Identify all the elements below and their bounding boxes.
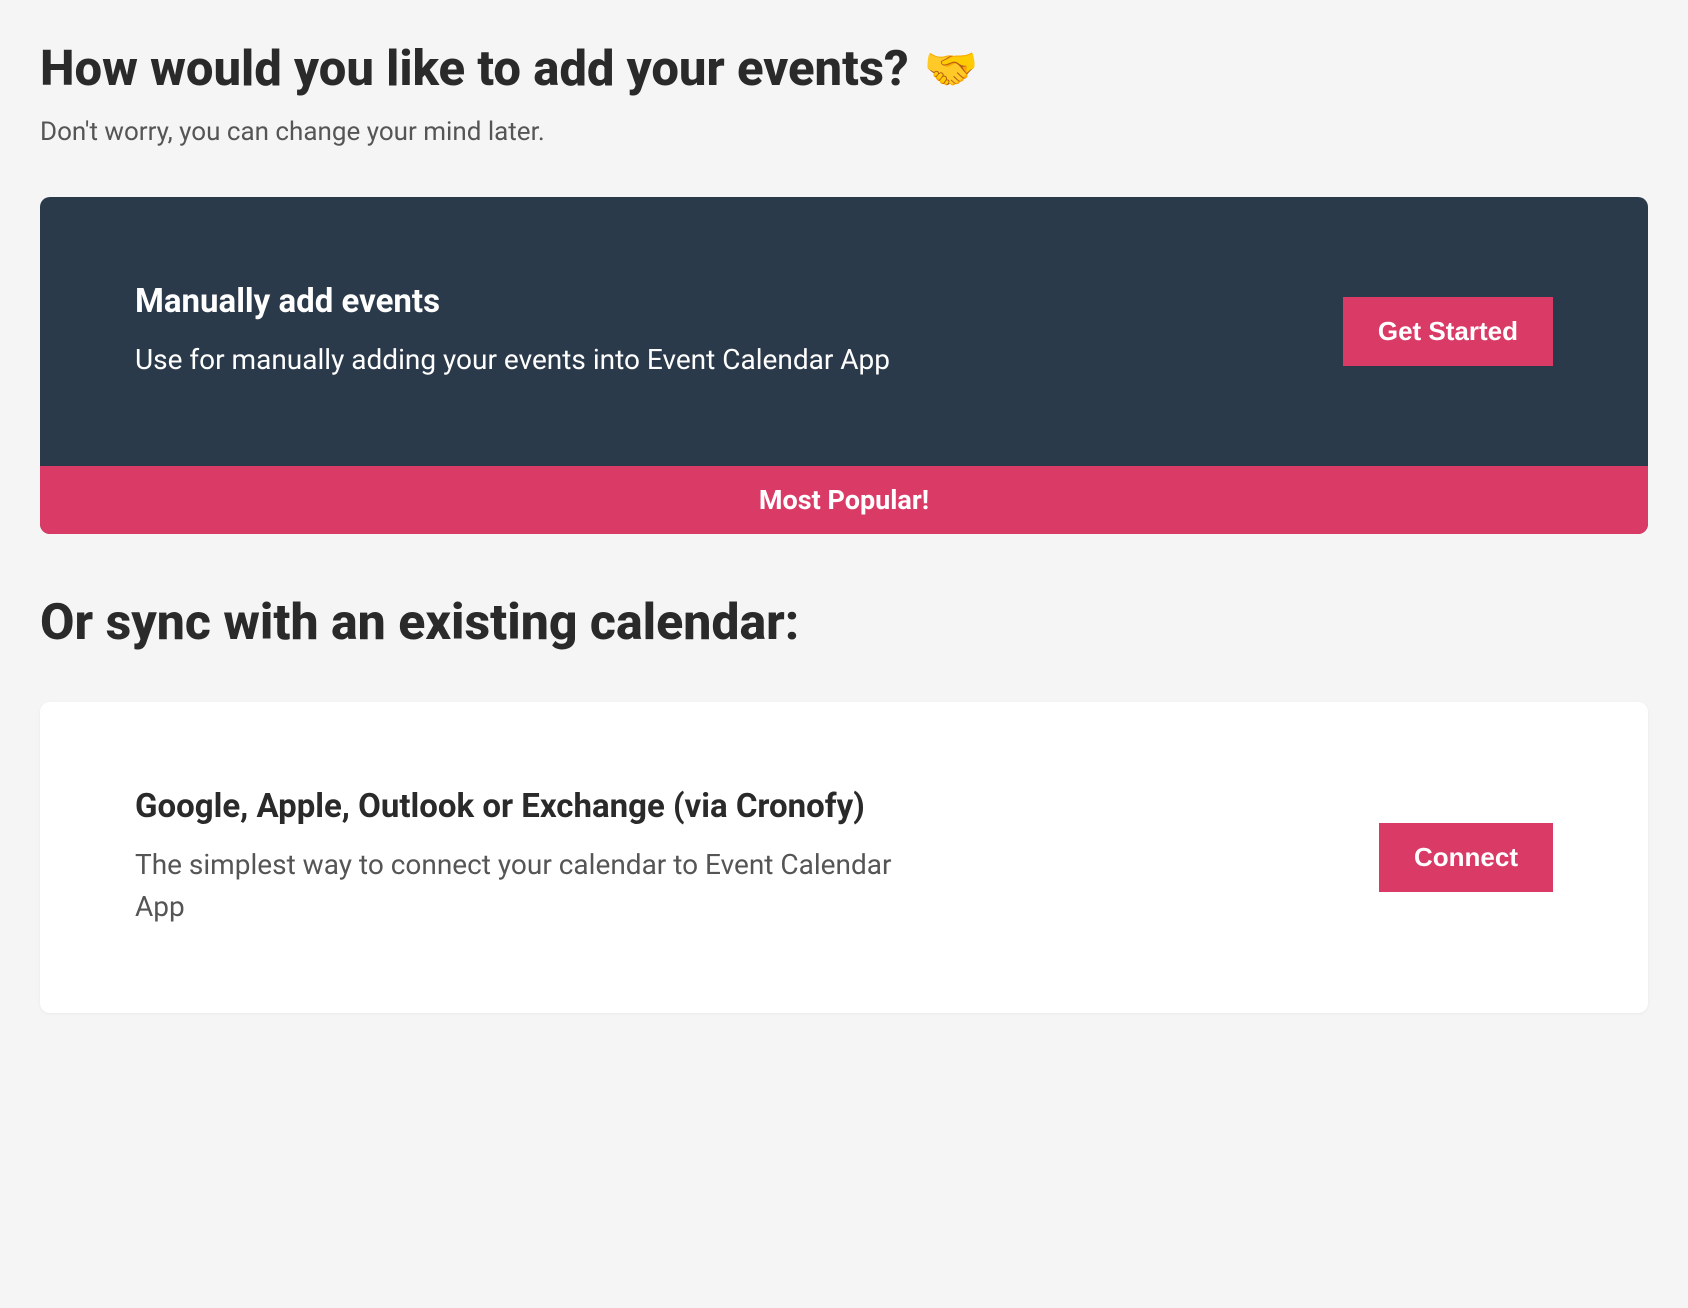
sync-card: Google, Apple, Outlook or Exchange (via …: [40, 702, 1648, 1013]
get-started-button[interactable]: Get Started: [1343, 297, 1553, 366]
sync-card-title: Google, Apple, Outlook or Exchange (via …: [135, 787, 945, 826]
page-title-text: How would you like to add your events?: [40, 40, 909, 97]
manual-card-body: Manually add events Use for manually add…: [40, 197, 1648, 466]
sync-card-text: Google, Apple, Outlook or Exchange (via …: [135, 787, 985, 928]
page-subtitle: Don't worry, you can change your mind la…: [40, 117, 1648, 147]
connect-button[interactable]: Connect: [1379, 823, 1553, 892]
most-popular-badge: Most Popular!: [40, 466, 1648, 534]
manual-card-text: Manually add events Use for manually add…: [135, 282, 1343, 381]
handshake-icon: 🤝: [924, 43, 979, 95]
sync-section-title: Or sync with an existing calendar:: [40, 594, 1648, 652]
manual-add-card: Manually add events Use for manually add…: [40, 197, 1648, 534]
manual-card-description: Use for manually adding your events into…: [135, 339, 1303, 381]
manual-card-title: Manually add events: [135, 282, 1303, 321]
sync-card-body: Google, Apple, Outlook or Exchange (via …: [40, 702, 1648, 1013]
sync-card-description: The simplest way to connect your calenda…: [135, 844, 945, 928]
page-title: How would you like to add your events? 🤝: [40, 40, 1648, 97]
